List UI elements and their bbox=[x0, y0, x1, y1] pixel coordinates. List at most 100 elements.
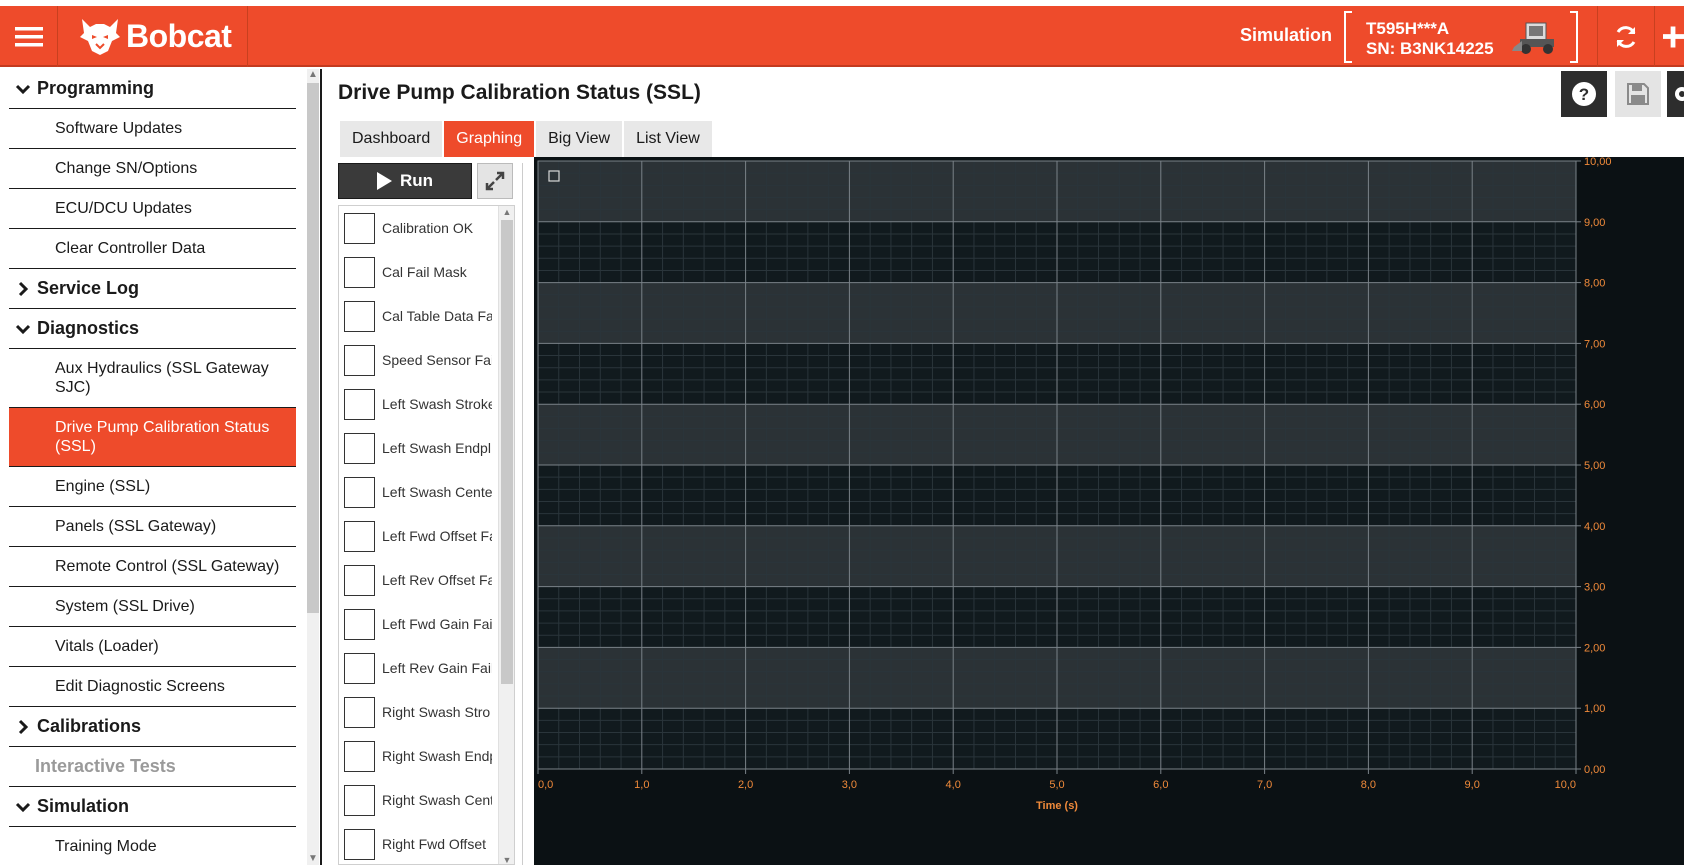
machine-selector[interactable]: T595H***A SN: B3NK14225 bbox=[1344, 11, 1578, 63]
graph-chart[interactable]: 0,0 1,0 2,0 3,0 4,0 5,0 6,0 7,0 8,0 9,0 10,0 0,00 1,… bbox=[534, 157, 1684, 865]
signal-checkbox[interactable] bbox=[344, 344, 375, 376]
sidebar-section-calibrations[interactable]: Calibrations bbox=[9, 707, 296, 747]
scroll-up-icon[interactable]: ▲ bbox=[307, 69, 319, 81]
chevron-down-icon bbox=[15, 84, 31, 94]
bracket-left bbox=[1344, 11, 1352, 63]
app-header: Bobcat Simulation T595H***A SN: B3NK1422… bbox=[0, 6, 1684, 67]
y-tick-label: 6,00 bbox=[1584, 399, 1605, 411]
sidebar-item-label: Edit Diagnostic Screens bbox=[55, 678, 225, 695]
sidebar-item-clear-controller-data[interactable]: Clear Controller Data bbox=[9, 229, 296, 269]
y-tick-label: 5,00 bbox=[1584, 460, 1605, 472]
signal-checkbox[interactable] bbox=[344, 388, 375, 420]
signal-item[interactable]: Right Swash Stro bbox=[339, 690, 514, 734]
signal-checkbox[interactable] bbox=[344, 608, 375, 640]
brand-logo: Bobcat bbox=[60, 6, 248, 67]
machine-serial: SN: B3NK14225 bbox=[1366, 39, 1494, 58]
sidebar-item-label: Drive Pump Calibration Status (SSL) bbox=[55, 419, 270, 455]
signal-checkbox[interactable] bbox=[344, 740, 375, 772]
signal-checkbox[interactable] bbox=[344, 652, 375, 684]
sidebar-item-system-ssl-drive[interactable]: System (SSL Drive) bbox=[9, 587, 296, 627]
sidebar-item-change-sn-options[interactable]: Change SN/Options bbox=[9, 149, 296, 189]
sidebar-item-engine-ssl[interactable]: Engine (SSL) bbox=[9, 467, 296, 507]
signal-item[interactable]: Left Fwd Gain Fai bbox=[339, 602, 514, 646]
scroll-up-icon[interactable]: ▲ bbox=[499, 206, 514, 218]
signal-item[interactable]: Calibration OK bbox=[339, 206, 514, 250]
y-tick-label: 10,00 bbox=[1584, 157, 1612, 168]
signal-item[interactable]: Cal Fail Mask bbox=[339, 250, 514, 294]
sidebar-item-training-mode[interactable]: Training Mode bbox=[9, 827, 296, 865]
signal-label: Right Fwd Offset bbox=[382, 836, 487, 852]
signal-checkbox[interactable] bbox=[344, 256, 375, 288]
signal-item[interactable]: Left Rev Gain Fail bbox=[339, 646, 514, 690]
sidebar: Programming Software Updates Change SN/Opt… bbox=[0, 69, 322, 865]
sidebar-nav: Programming Software Updates Change SN/Opt… bbox=[9, 69, 296, 865]
scrollbar-thumb[interactable] bbox=[307, 83, 319, 613]
tab-graphing[interactable]: Graphing bbox=[444, 121, 535, 157]
menu-button[interactable] bbox=[0, 6, 58, 67]
x-tick-label: 7,0 bbox=[1257, 779, 1272, 791]
sidebar-item-aux-hydraulics-ssl-gateway-sjc[interactable]: Aux Hydraulics (SSL Gateway SJC) bbox=[9, 349, 296, 408]
signal-checkbox[interactable] bbox=[344, 784, 375, 816]
sidebar-item-panels-ssl-gateway[interactable]: Panels (SSL Gateway) bbox=[9, 507, 296, 547]
x-axis-label: Time (s) bbox=[1036, 800, 1078, 812]
help-button[interactable]: ? bbox=[1561, 71, 1607, 117]
signal-label: Left Fwd Offset Fa bbox=[382, 528, 492, 544]
signal-checkbox[interactable] bbox=[344, 564, 375, 596]
sidebar-item-edit-diagnostic-screens[interactable]: Edit Diagnostic Screens bbox=[9, 667, 296, 707]
signal-item[interactable]: Left Fwd Offset Fa bbox=[339, 514, 514, 558]
scroll-down-icon[interactable]: ▼ bbox=[499, 854, 514, 864]
tab-list-view[interactable]: List View bbox=[624, 121, 712, 157]
settings-button[interactable] bbox=[1667, 71, 1684, 117]
signal-scrollbar[interactable]: ▲ ▼ bbox=[498, 206, 514, 864]
signal-item[interactable]: Right Fwd Offset bbox=[339, 822, 514, 864]
graph-area[interactable]: 0,0 1,0 2,0 3,0 4,0 5,0 6,0 7,0 8,0 9,0 10,0 0,00 1,… bbox=[534, 157, 1684, 865]
sidebar-scrollbar[interactable]: ▲ ▼ bbox=[307, 69, 319, 865]
mode-label: Simulation bbox=[1239, 25, 1332, 45]
signal-checkbox[interactable] bbox=[344, 696, 375, 728]
signal-checkbox[interactable] bbox=[344, 476, 375, 508]
signal-item[interactable]: Speed Sensor Fai bbox=[339, 338, 514, 382]
signal-item[interactable]: Right Swash Endp bbox=[339, 734, 514, 778]
sidebar-item-ecu-dcu-updates[interactable]: ECU/DCU Updates bbox=[9, 189, 296, 229]
sidebar-item-remote-control-ssl-gateway[interactable]: Remote Control (SSL Gateway) bbox=[9, 547, 296, 587]
sidebar-item-drive-pump-calibration-status-ssl[interactable]: Drive Pump Calibration Status (SSL) bbox=[9, 408, 296, 467]
signal-label: Left Swash Endpl bbox=[382, 440, 491, 456]
tab-big-view[interactable]: Big View bbox=[536, 121, 623, 157]
add-button[interactable] bbox=[1655, 6, 1684, 67]
gear-icon bbox=[1675, 87, 1684, 101]
signal-checkbox[interactable] bbox=[344, 520, 375, 552]
signal-item[interactable]: Cal Table Data Fa bbox=[339, 294, 514, 338]
run-button[interactable]: Run bbox=[338, 163, 472, 199]
save-button[interactable] bbox=[1615, 71, 1661, 117]
signal-item[interactable]: Right Swash Cent bbox=[339, 778, 514, 822]
x-tick-label: 5,0 bbox=[1049, 779, 1064, 791]
help-icon: ? bbox=[1572, 82, 1596, 106]
signal-item[interactable]: Left Swash Cente bbox=[339, 470, 514, 514]
sidebar-section-diagnostics[interactable]: Diagnostics bbox=[9, 309, 296, 349]
x-tick-label: 4,0 bbox=[946, 779, 961, 791]
signal-checkbox[interactable] bbox=[344, 828, 375, 860]
sidebar-section-programming[interactable]: Programming bbox=[9, 69, 296, 109]
sidebar-section-label: Diagnostics bbox=[37, 318, 140, 338]
y-tick-label: 9,00 bbox=[1584, 217, 1605, 229]
signal-checkbox[interactable] bbox=[344, 432, 375, 464]
scrollbar-thumb[interactable] bbox=[501, 220, 513, 684]
signal-item[interactable]: Left Swash Stroke bbox=[339, 382, 514, 426]
refresh-button[interactable] bbox=[1598, 6, 1654, 67]
signal-label: Cal Table Data Fa bbox=[382, 308, 492, 324]
signal-item[interactable]: Left Rev Offset Fa bbox=[339, 558, 514, 602]
tab-dashboard[interactable]: Dashboard bbox=[340, 121, 443, 157]
y-tick-label: 1,00 bbox=[1584, 703, 1605, 715]
machine-info: T595H***A SN: B3NK14225 bbox=[1366, 19, 1494, 59]
sidebar-item-software-updates[interactable]: Software Updates bbox=[9, 109, 296, 149]
scroll-down-icon[interactable]: ▼ bbox=[307, 853, 319, 865]
sidebar-section-simulation[interactable]: Simulation bbox=[9, 787, 296, 827]
x-tick-label: 0,0 bbox=[538, 779, 553, 791]
expand-button[interactable] bbox=[477, 163, 513, 199]
sidebar-item-vitals-loader[interactable]: Vitals (Loader) bbox=[9, 627, 296, 667]
signal-item[interactable]: Left Swash Endpl bbox=[339, 426, 514, 470]
sidebar-section-service-log[interactable]: Service Log bbox=[9, 269, 296, 309]
signal-checkbox[interactable] bbox=[344, 212, 375, 244]
sidebar-section-label: Programming bbox=[37, 78, 155, 98]
signal-checkbox[interactable] bbox=[344, 300, 375, 332]
